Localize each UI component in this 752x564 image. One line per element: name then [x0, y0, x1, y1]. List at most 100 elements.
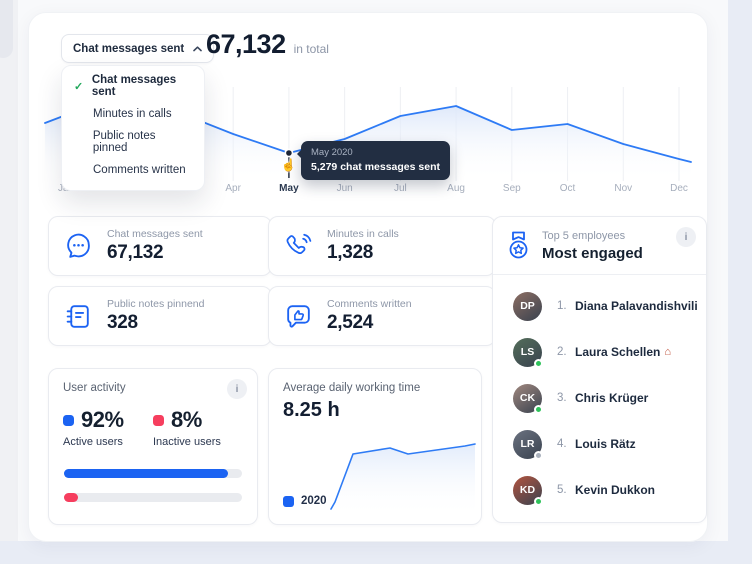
dashboard-panel: Chat messages sent 67,132 in total ✓ Chat…: [28, 12, 708, 542]
chat-icon: [67, 233, 90, 258]
menu-item-public-notes-pinned[interactable]: Public notes pinned: [62, 128, 204, 156]
menu-item-chat-messages-sent[interactable]: ✓ Chat messages sent: [62, 72, 204, 100]
total-headline: 67,132 in total: [206, 29, 329, 60]
month-label-aug: Aug: [447, 183, 465, 194]
employee-rank: 4.: [557, 438, 567, 450]
menu-item-label: Comments written: [93, 164, 186, 176]
menu-item-minutes-in-calls[interactable]: Minutes in calls: [62, 100, 204, 128]
tooltip-title: May 2020: [311, 147, 353, 158]
inactive-label: Inactive users: [153, 436, 221, 448]
legend-label: 2020: [301, 495, 327, 507]
menu-item-label: Public notes pinned: [92, 130, 156, 154]
metric-selector-label: Chat messages sent: [73, 42, 185, 55]
avg-working-time-card: Average daily working time 8.25 h 2020: [268, 368, 482, 525]
inactive-legend-swatch: [153, 414, 164, 426]
card-title: Most engaged: [542, 245, 643, 262]
employee-rank: 3.: [557, 392, 567, 404]
hand-cursor-icon: ☝: [281, 158, 296, 172]
menu-item-label: Minutes in calls: [93, 108, 172, 120]
page-right-band: [728, 0, 752, 564]
employee-rank: 2.: [557, 346, 567, 358]
employee-name: Laura Schellen: [575, 345, 661, 359]
active-legend-swatch: [63, 414, 74, 426]
thumbs-up-icon: [287, 304, 310, 328]
employee-row-2[interactable]: LS 2. Laura Schellen ⌂: [493, 329, 706, 375]
user-activity-card: User activity i 92% Active users 8% Inac…: [48, 368, 258, 525]
employee-name: Louis Rätz: [575, 437, 636, 451]
employee-row-3[interactable]: CK 3. Chris Krüger: [493, 375, 706, 421]
card-title: Average daily working time: [283, 382, 421, 394]
stat-label: Comments written: [327, 298, 412, 310]
employee-list: DP 1. Diana Palavandishvili LS 2. Laura Schel…: [493, 283, 706, 513]
month-label-oct: Oct: [559, 183, 576, 194]
house-icon: ⌂: [664, 346, 672, 358]
stat-card-comments-written: Comments written 2,524: [268, 286, 496, 346]
month-label-jun: Jun: [336, 183, 353, 194]
employee-rank: 5.: [557, 484, 567, 496]
avatar: CK: [513, 383, 543, 414]
month-label-dec: Dec: [670, 183, 688, 194]
stat-card-public-notes: Public notes pinnend 328: [48, 286, 272, 346]
phone-icon: [286, 233, 312, 254]
stat-value: 67,132: [107, 242, 164, 263]
info-icon[interactable]: i: [227, 379, 247, 399]
status-dot-away: [534, 450, 543, 460]
chart-legend: 2020: [283, 495, 327, 507]
employee-row-4[interactable]: LR 4. Louis Rätz: [493, 421, 706, 467]
status-dot-online: [534, 358, 543, 368]
active-label: Active users: [63, 436, 123, 448]
chevron-up-icon: [193, 45, 203, 51]
stat-card-chat-messages: Chat messages sent 67,132: [48, 216, 272, 276]
stat-card-minutes-in-calls: Minutes in calls 1,328: [268, 216, 496, 276]
employee-name: Diana Palavandishvili: [575, 299, 698, 313]
employee-name: Kevin Dukkon: [575, 483, 656, 497]
active-users-stat: 92% Active users: [63, 407, 124, 448]
inactive-pct: 8%: [171, 407, 202, 432]
chart-tooltip: May 2020 5,279 chat messages sent: [297, 141, 450, 180]
employee-row-1[interactable]: DP 1. Diana Palavandishvili: [493, 283, 706, 329]
page-bottom-band: [0, 541, 752, 564]
avatar: LS: [513, 337, 543, 368]
inactive-progress-track: [64, 493, 242, 502]
inactive-users-stat: 8% Inactive users: [153, 407, 221, 448]
active-pct: 92%: [81, 407, 124, 432]
employee-rank: 1.: [557, 300, 567, 312]
notes-icon: [66, 304, 89, 328]
metric-selector[interactable]: Chat messages sent: [61, 34, 215, 63]
offscreen-card-edge: [0, 0, 13, 58]
top-employees-card: Top 5 employees Most engaged i DP 1. Diana…: [492, 216, 707, 523]
inactive-progress-fill: [64, 493, 79, 502]
legend-swatch: [283, 495, 294, 507]
status-dot-online: [534, 496, 543, 506]
tooltip-value: 5,279 chat messages sent: [311, 161, 440, 173]
month-label-jul: Jul: [393, 183, 407, 194]
stat-label: Minutes in calls: [327, 228, 399, 240]
info-icon[interactable]: i: [676, 227, 696, 247]
medal-icon: [509, 231, 528, 259]
avatar: KD: [513, 475, 543, 506]
top-employees-header: Top 5 employees Most engaged: [505, 230, 643, 262]
page-left-gutter: [0, 0, 18, 541]
month-label-may: May: [279, 183, 299, 194]
card-subtitle: Top 5 employees: [542, 230, 626, 242]
check-icon: ✓: [74, 80, 84, 93]
stat-label: Public notes pinnend: [107, 298, 205, 310]
metric-dropdown-menu: ✓ Chat messages sent Minutes in calls Publi…: [61, 65, 205, 191]
stat-label: Chat messages sent: [107, 228, 203, 240]
menu-item-label: Chat messages sent: [91, 74, 177, 98]
employee-name: Chris Krüger: [575, 391, 649, 405]
divider: [493, 274, 706, 275]
active-progress-track: [64, 469, 242, 478]
total-value: 67,132: [206, 29, 286, 59]
card-title: User activity: [63, 382, 126, 394]
status-dot-online: [534, 404, 543, 414]
active-progress-fill: [64, 469, 228, 478]
stat-value: 1,328: [327, 242, 374, 263]
month-label-apr: Apr: [225, 183, 241, 194]
total-suffix: in total: [293, 42, 329, 56]
menu-item-comments-written[interactable]: Comments written: [62, 156, 204, 184]
stat-value: 328: [107, 312, 138, 333]
stat-value: 2,524: [327, 312, 374, 333]
avatar: DP: [513, 291, 542, 321]
employee-row-5[interactable]: KD 5. Kevin Dukkon: [493, 467, 706, 513]
